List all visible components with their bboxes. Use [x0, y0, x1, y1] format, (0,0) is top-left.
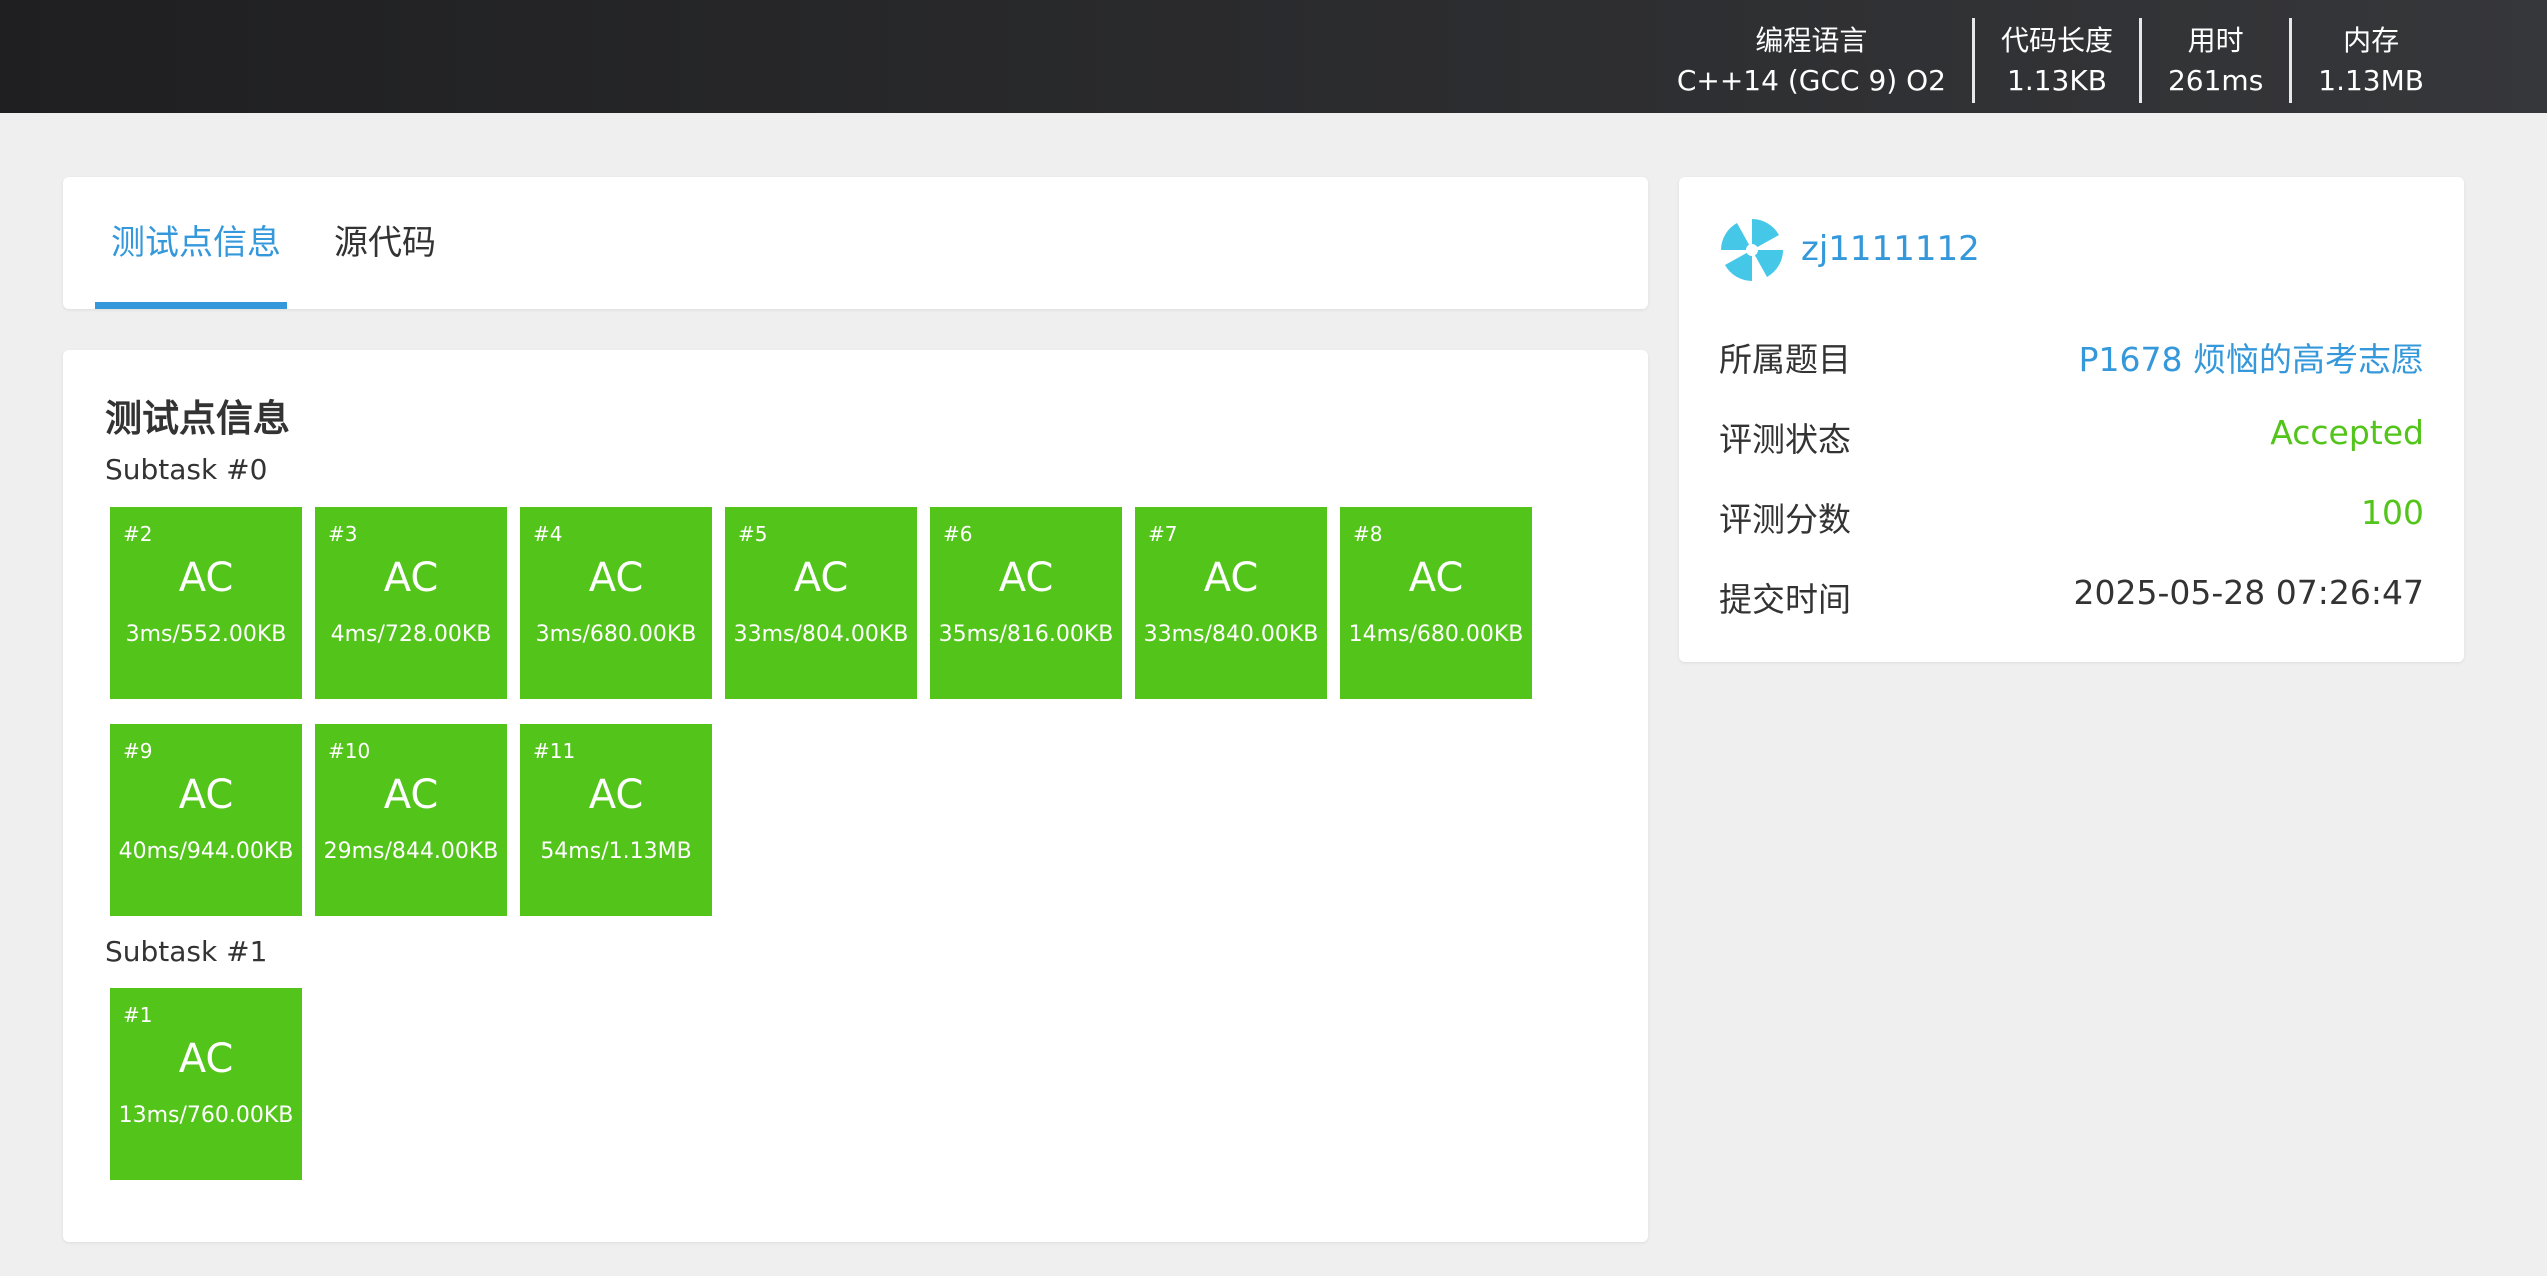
test-case-status: AC	[588, 772, 644, 818]
test-case-info: 29ms/844.00KB	[323, 839, 499, 864]
test-case-info: 35ms/816.00KB	[938, 622, 1114, 647]
stat-value: C++14 (GCC 9) O2	[1676, 63, 1946, 97]
test-case-status: AC	[383, 772, 439, 818]
test-case-status: AC	[1408, 555, 1464, 601]
avatar-icon[interactable]	[1719, 217, 1785, 283]
stat-label: 编程语言	[1755, 23, 1868, 57]
stat-value: 261ms	[2167, 63, 2264, 97]
info-row-score: 评测分数 100	[1719, 493, 2424, 541]
test-case-id: #9	[123, 739, 153, 763]
test-info-title: 测试点信息	[105, 397, 290, 440]
stat-memory: 内存 1.13MB	[2289, 18, 2450, 103]
subtask-label: Subtask #0	[105, 453, 268, 486]
test-case-info: 13ms/760.00KB	[118, 1103, 294, 1128]
stat-value: 1.13KB	[2007, 63, 2107, 97]
stat-time: 用时 261ms	[2138, 18, 2289, 103]
test-case-status: AC	[178, 1036, 234, 1082]
info-row-submit-time: 提交时间 2025-05-28 07:26:47	[1719, 573, 2424, 621]
info-label: 提交时间	[1719, 580, 1851, 619]
info-label: 评测状态	[1719, 420, 1851, 459]
tab-test-info[interactable]: 测试点信息	[95, 177, 287, 309]
info-row-problem: 所属题目 P1678 烦恼的高考志愿	[1719, 333, 2424, 381]
submission-stats: 编程语言 C++14 (GCC 9) O2 代码长度 1.13KB 用时 261…	[1651, 18, 2450, 103]
test-case-id: #1	[123, 1003, 153, 1027]
test-case-info: 14ms/680.00KB	[1348, 622, 1524, 647]
info-label: 评测分数	[1719, 500, 1851, 539]
problem-link[interactable]: P1678 烦恼的高考志愿	[2079, 333, 2424, 381]
test-case-id: #5	[738, 522, 768, 546]
stat-label: 用时	[2187, 23, 2244, 57]
test-case-info: 33ms/840.00KB	[1143, 622, 1319, 647]
test-case-tile[interactable]: #10 AC 29ms/844.00KB	[315, 724, 507, 916]
stat-value: 1.13MB	[2318, 63, 2424, 97]
test-case-id: #4	[533, 522, 563, 546]
tab-source-code[interactable]: 源代码	[334, 177, 444, 309]
test-case-id: #3	[328, 522, 358, 546]
test-case-tile[interactable]: #5 AC 33ms/804.00KB	[725, 507, 917, 699]
test-cases-card: 测试点信息 Subtask #0 #2 AC 3ms/552.00KB #3 A…	[63, 350, 1648, 1242]
username-link[interactable]: zj1111112	[1801, 229, 1980, 269]
top-header: 编程语言 C++14 (GCC 9) O2 代码长度 1.13KB 用时 261…	[0, 0, 2547, 113]
test-case-tile[interactable]: #3 AC 4ms/728.00KB	[315, 507, 507, 699]
test-case-info: 33ms/804.00KB	[733, 622, 909, 647]
test-case-tile[interactable]: #11 AC 54ms/1.13MB	[520, 724, 712, 916]
stat-code-length: 代码长度 1.13KB	[1971, 18, 2139, 103]
test-case-info: 3ms/680.00KB	[535, 622, 697, 647]
test-case-status: AC	[178, 555, 234, 601]
test-case-status: AC	[178, 772, 234, 818]
test-case-tile[interactable]: #2 AC 3ms/552.00KB	[110, 507, 302, 699]
stat-language: 编程语言 C++14 (GCC 9) O2	[1651, 18, 1972, 103]
test-case-info: 40ms/944.00KB	[118, 839, 294, 864]
test-case-tile[interactable]: #4 AC 3ms/680.00KB	[520, 507, 712, 699]
test-case-status: AC	[793, 555, 849, 601]
test-case-id: #7	[1148, 522, 1178, 546]
judge-status: Accepted	[2270, 413, 2424, 452]
test-case-id: #10	[328, 739, 371, 763]
test-case-tile[interactable]: #6 AC 35ms/816.00KB	[930, 507, 1122, 699]
test-case-tile[interactable]: #7 AC 33ms/840.00KB	[1135, 507, 1327, 699]
test-case-id: #8	[1353, 522, 1383, 546]
test-case-id: #2	[123, 522, 153, 546]
info-label: 所属题目	[1719, 340, 1851, 379]
test-case-info: 3ms/552.00KB	[125, 622, 287, 647]
test-case-info: 4ms/728.00KB	[330, 622, 492, 647]
submit-time: 2025-05-28 07:26:47	[2073, 573, 2424, 612]
judge-score: 100	[2361, 493, 2424, 532]
stat-label: 代码长度	[2000, 23, 2113, 57]
info-row-status: 评测状态 Accepted	[1719, 413, 2424, 461]
submission-info-card: zj1111112 所属题目 P1678 烦恼的高考志愿 评测状态 Accept…	[1679, 177, 2464, 662]
test-case-tile[interactable]: #1 AC 13ms/760.00KB	[110, 988, 302, 1180]
test-case-status: AC	[588, 555, 644, 601]
test-case-tile[interactable]: #9 AC 40ms/944.00KB	[110, 724, 302, 916]
test-case-status: AC	[1203, 555, 1259, 601]
test-case-id: #6	[943, 522, 973, 546]
test-case-status: AC	[383, 555, 439, 601]
subtask-label: Subtask #1	[105, 935, 268, 968]
test-case-id: #11	[533, 739, 576, 763]
tabs-card: 测试点信息 源代码	[63, 177, 1648, 309]
test-case-status: AC	[998, 555, 1054, 601]
stat-label: 内存	[2343, 23, 2400, 57]
test-case-info: 54ms/1.13MB	[540, 839, 692, 864]
test-case-tile[interactable]: #8 AC 14ms/680.00KB	[1340, 507, 1532, 699]
